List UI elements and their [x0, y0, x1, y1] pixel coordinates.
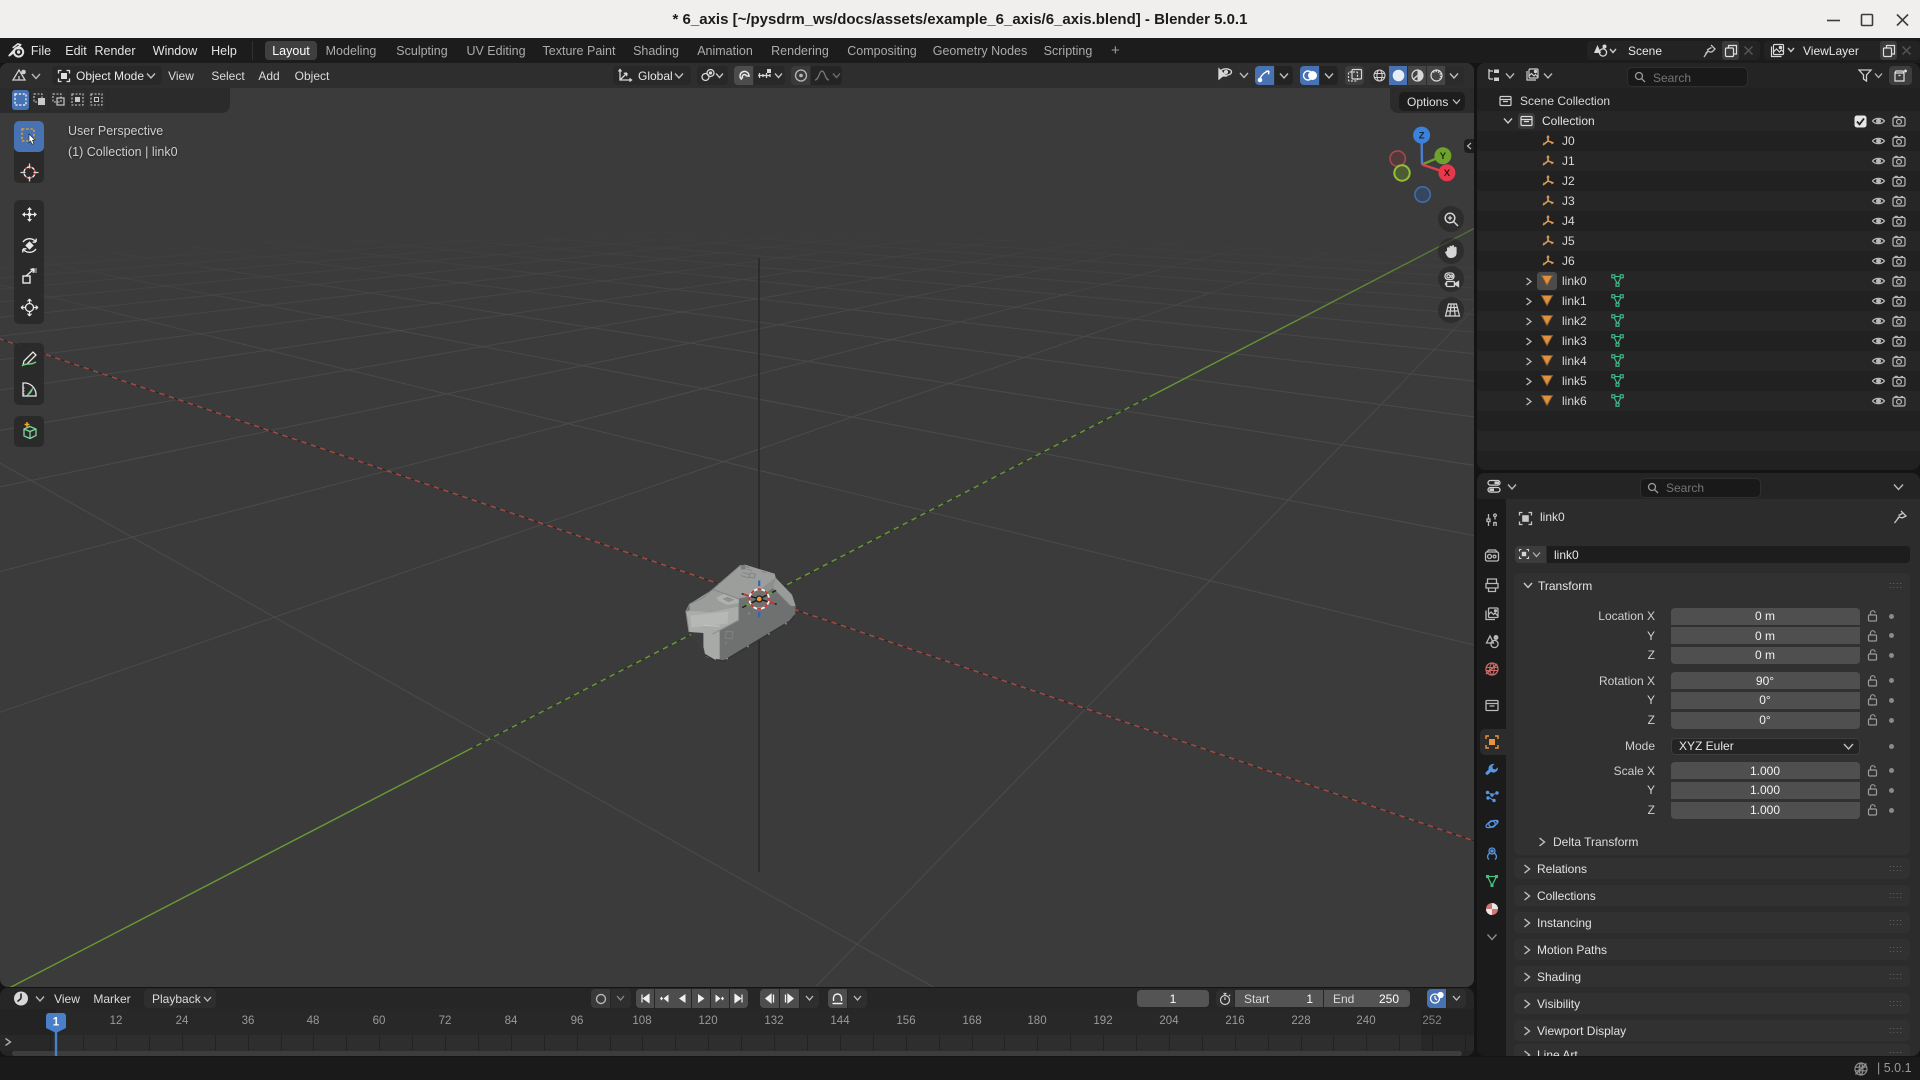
- svg-text:Y: Y: [1440, 151, 1447, 162]
- svg-text:1: 1: [53, 1017, 60, 1029]
- svg-text:X: X: [1444, 168, 1451, 179]
- svg-text:Z: Z: [1419, 131, 1425, 142]
